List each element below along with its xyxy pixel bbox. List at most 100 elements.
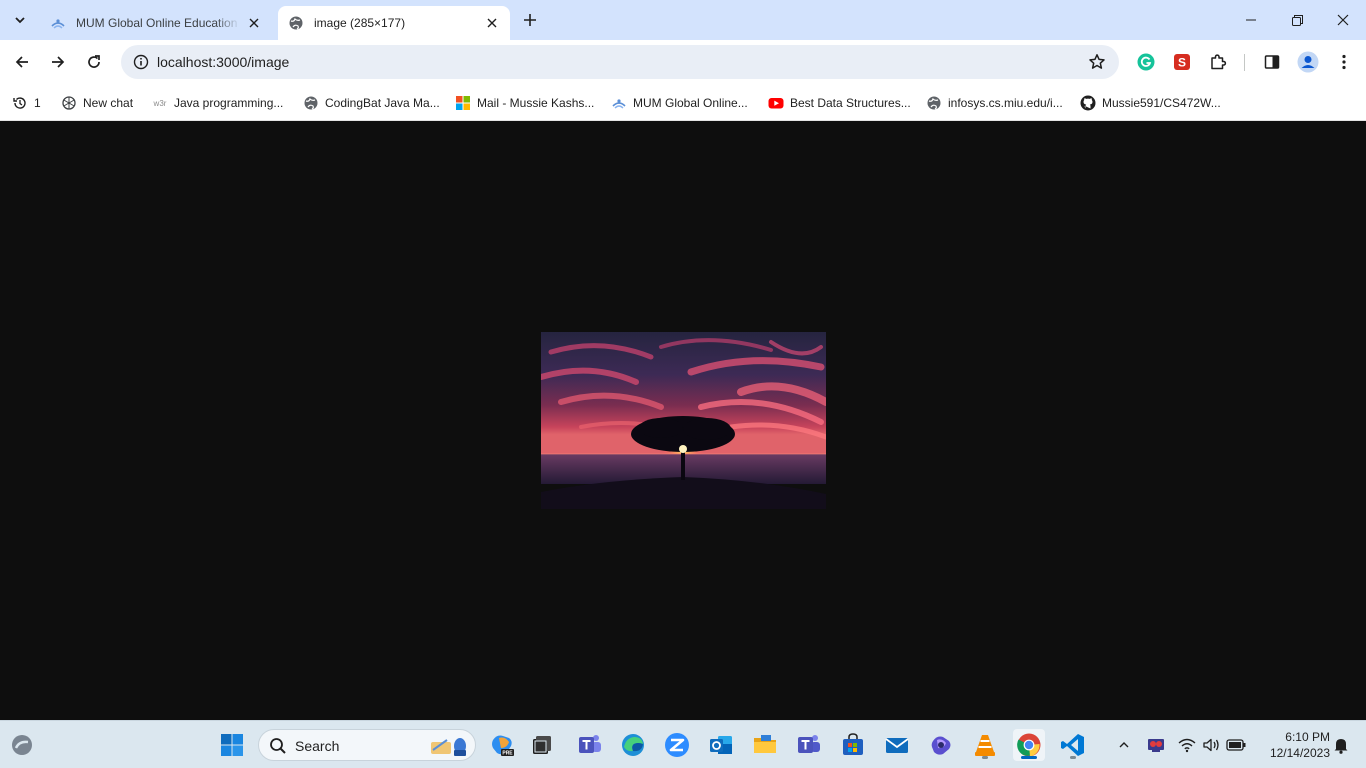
task-view-button[interactable] (526, 729, 558, 761)
copilot-icon (931, 736, 951, 755)
browser-toolbar: localhost:3000/image S (0, 40, 1366, 85)
battery-icon (1226, 739, 1246, 751)
new-tab-button[interactable] (518, 8, 542, 32)
bookmark-label: Mail - Mussie Kashs... (477, 96, 595, 110)
tab-search-button[interactable] (8, 8, 32, 32)
close-icon[interactable] (246, 15, 262, 31)
bookmark-label: New chat (83, 96, 134, 110)
chrome-button[interactable] (1013, 729, 1045, 761)
weather-icon (12, 735, 32, 755)
bookmark-java-programming[interactable]: w3r Java programming... (152, 91, 284, 115)
tray-app-button[interactable] (1144, 729, 1168, 761)
s-extension-button[interactable]: S (1166, 46, 1198, 78)
bookmark-codingbat[interactable]: CodingBat Java Ma... (303, 91, 440, 115)
svg-text:w3r: w3r (153, 99, 167, 108)
chrome-icon (1017, 733, 1041, 757)
bookmark-new-chat[interactable]: New chat (61, 91, 133, 115)
grammarly-extension-button[interactable] (1130, 46, 1162, 78)
youtube-icon (768, 95, 784, 111)
minimize-button[interactable] (1228, 0, 1274, 40)
forward-button[interactable] (42, 46, 74, 78)
clock[interactable]: 6:10 PM 12/14/2023 (1252, 729, 1330, 761)
microsoft-store-button[interactable] (837, 729, 869, 761)
s-extension-icon: S (1174, 54, 1190, 70)
bookmark-label: infosys.cs.miu.edu/i... (948, 96, 1063, 110)
file-explorer-button[interactable] (749, 729, 781, 761)
copilot-icon: PRE (492, 735, 514, 757)
arrow-right-icon (52, 56, 65, 68)
copilot-button[interactable] (925, 729, 957, 761)
mum-icon (611, 95, 627, 111)
clock-date: 12/14/2023 (1269, 746, 1330, 760)
vscode-icon (1061, 734, 1084, 756)
chevron-down-icon (15, 17, 25, 24)
bookmark-history[interactable]: 1 (12, 91, 41, 115)
vlc-button[interactable] (969, 729, 1001, 761)
bookmark-github[interactable]: Mussie591/CS472W... (1080, 91, 1221, 115)
globe-icon (288, 15, 304, 31)
teams-button[interactable] (793, 729, 825, 761)
zoom-button[interactable] (661, 729, 693, 761)
menu-button[interactable] (1328, 46, 1360, 78)
site-info-icon[interactable] (129, 50, 153, 74)
windows-icon (221, 734, 243, 756)
taskbar-search[interactable]: Search (258, 729, 476, 761)
displayed-image[interactable] (541, 332, 826, 509)
speaker-icon (1203, 738, 1219, 752)
github-icon (1080, 95, 1096, 111)
clock-time: 6:10 PM (1285, 730, 1330, 744)
bookmark-label: CodingBat Java Ma... (325, 96, 440, 110)
bookmark-best-data-structures[interactable]: Best Data Structures... (768, 91, 911, 115)
vscode-button[interactable] (1057, 729, 1089, 761)
mail-button[interactable] (881, 729, 913, 761)
bookmark-infosys[interactable]: infosys.cs.miu.edu/i... (926, 91, 1063, 115)
extensions-button[interactable] (1202, 46, 1234, 78)
show-hidden-icons-button[interactable] (1112, 729, 1136, 761)
tab-mum-global[interactable]: MUM Global Online Education (40, 6, 272, 40)
battery-button[interactable] (1224, 729, 1248, 761)
grammarly-icon (1137, 53, 1155, 71)
back-button[interactable] (6, 46, 38, 78)
copilot-preview-button[interactable]: PRE (486, 729, 518, 761)
bookmark-mail[interactable]: Mail - Mussie Kashs... (455, 91, 594, 115)
bell-icon (1334, 739, 1348, 754)
running-indicator (1070, 756, 1076, 759)
bookmark-label: Mussie591/CS472W... (1102, 96, 1221, 110)
outlook-button[interactable] (705, 729, 737, 761)
openai-icon (61, 95, 77, 111)
search-highlight-icon (429, 732, 469, 761)
edge-button[interactable] (617, 729, 649, 761)
url-text[interactable]: localhost:3000/image (157, 54, 289, 70)
widgets-button[interactable] (6, 729, 38, 761)
tab-title: MUM Global Online Education (76, 16, 238, 30)
bookmark-label: MUM Global Online... (633, 96, 748, 110)
plus-icon (524, 14, 536, 26)
tab-title: image (285×177) (314, 16, 406, 30)
bookmark-star-icon[interactable] (1085, 50, 1109, 74)
bookmark-mum-global[interactable]: MUM Global Online... (611, 91, 748, 115)
tab-image[interactable]: image (285×177) (278, 6, 510, 40)
start-button[interactable] (216, 729, 248, 761)
volume-button[interactable] (1200, 729, 1222, 761)
teams-icon (579, 735, 601, 753)
arrow-left-icon (15, 56, 28, 68)
profile-button[interactable] (1292, 46, 1324, 78)
page-content (0, 121, 1366, 720)
bookmark-label: Java programming... (174, 96, 284, 110)
reload-button[interactable] (78, 46, 110, 78)
search-icon (269, 737, 287, 758)
zoom-icon (665, 733, 689, 757)
wifi-button[interactable] (1176, 729, 1198, 761)
puzzle-icon (1211, 54, 1227, 70)
close-window-button[interactable] (1320, 0, 1366, 40)
minimize-icon (1246, 19, 1256, 21)
side-panel-button[interactable] (1256, 46, 1288, 78)
teams-icon (798, 735, 820, 753)
close-icon[interactable] (484, 15, 500, 31)
address-bar[interactable]: localhost:3000/image (121, 45, 1119, 79)
notifications-button[interactable] (1330, 729, 1352, 761)
microsoft-icon (455, 95, 471, 111)
teams-work-button[interactable] (574, 729, 606, 761)
avatar-icon (1297, 51, 1319, 73)
restore-button[interactable] (1274, 0, 1320, 40)
